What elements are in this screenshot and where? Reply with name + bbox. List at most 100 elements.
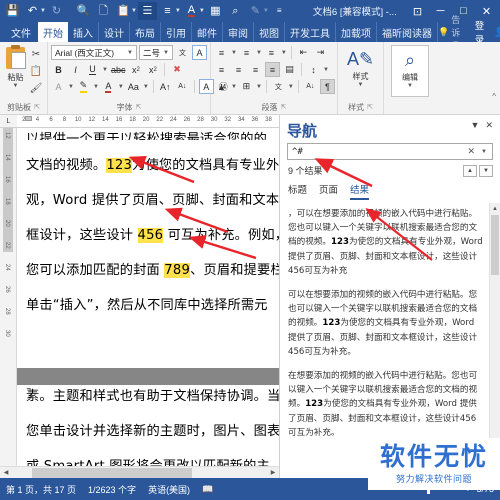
font-size-chevron-down-icon[interactable]: ▼ (161, 50, 171, 56)
tab-stop-selector-icon[interactable]: L (0, 115, 17, 127)
collapse-ribbon-icon[interactable]: ^ (492, 92, 496, 101)
ribbon-display-options-button[interactable]: ⊡ (407, 2, 428, 20)
shading-icon[interactable]: ▲ (214, 79, 229, 94)
align-right-icon[interactable]: ≡ (248, 62, 263, 77)
strikethrough-button[interactable]: abc (110, 62, 127, 77)
asian-layout-icon[interactable]: 文 (271, 79, 286, 94)
proofing-status-icon[interactable]: 📖 (202, 484, 213, 495)
page-info-label[interactable]: 第 1 页，共 17 页 (6, 483, 76, 496)
text-highlight-color-icon[interactable]: ✎ (76, 79, 91, 94)
bullets-icon[interactable]: ≡ (214, 45, 229, 60)
tab-pages[interactable]: 页面 (319, 182, 338, 200)
format-painter-icon[interactable]: 🖌 (28, 81, 44, 96)
styles-chevron-down-icon[interactable]: ▼ (358, 82, 364, 88)
font-color-chevron-down-icon[interactable]: ▼ (118, 84, 124, 90)
font-name-combo[interactable]: Arial (西文正文) ▼ (51, 45, 137, 60)
highlight-chevron-down-icon[interactable]: ▼ (93, 84, 99, 90)
editing-button[interactable]: ⌕ 编辑 ▼ (391, 45, 429, 97)
next-result-icon[interactable]: ▼ (479, 164, 493, 177)
align-left-icon[interactable]: ≡ (214, 62, 229, 77)
font-size-combo[interactable]: 二号 ▼ (139, 45, 173, 60)
tab-design[interactable]: 设计 (99, 22, 130, 42)
paste-button[interactable]: 粘贴 ▼ (3, 45, 28, 89)
borders-chevron-down-icon[interactable]: ▼ (256, 84, 262, 90)
tab-review[interactable]: 审阅 (223, 22, 254, 42)
list-item[interactable]: ，可以在想要添加的视频的嵌入代码中进行粘贴。您也可以键入一个关键字以联机搜索最适… (288, 207, 483, 288)
language-label[interactable]: 英语(美国) (148, 483, 190, 496)
font-dialog-launcher-icon[interactable]: ⇱ (136, 102, 142, 114)
tab-home[interactable]: 开始 (38, 22, 68, 42)
tab-developer[interactable]: 开发工具 (285, 22, 336, 42)
text-effects-chevron-down-icon[interactable]: ▼ (68, 84, 74, 90)
find-icon[interactable]: ⌕ (226, 2, 245, 20)
clipboard-dialog-launcher-icon[interactable]: ⇱ (34, 102, 40, 114)
decrease-indent-icon[interactable]: ⇤ (296, 45, 311, 60)
align-center-icon[interactable]: ≡ (231, 62, 246, 77)
scroll-left-icon[interactable]: ◀ (0, 467, 12, 479)
table-icon[interactable]: ▦ (206, 2, 225, 20)
nav-scroll-up-icon[interactable]: ▲ (490, 203, 500, 214)
font-color-dropdown-icon[interactable]: ▼ (199, 8, 205, 14)
styles-dialog-launcher-icon[interactable]: ⇱ (367, 102, 373, 114)
word-count-label[interactable]: 1/2623 个字 (88, 483, 136, 496)
tab-results[interactable]: 结果 (350, 182, 370, 200)
font-color-icon[interactable]: A (101, 79, 116, 94)
character-border-icon[interactable]: A (192, 45, 207, 60)
numbering-icon[interactable]: ≡ (239, 45, 254, 60)
bold-button[interactable]: B (51, 62, 66, 77)
phonetic-guide-icon[interactable]: 文 (175, 45, 190, 60)
italic-button[interactable]: I (68, 62, 83, 77)
text-effects-icon[interactable]: A (51, 79, 66, 94)
hscroll-track[interactable] (12, 467, 267, 479)
numbering-chevron-down-icon[interactable]: ▼ (256, 50, 262, 56)
shading-chevron-down-icon[interactable]: ▼ (231, 84, 237, 90)
multilevel-list-icon[interactable]: ≡ (264, 45, 279, 60)
undo-dropdown-icon[interactable]: ▼ (40, 8, 46, 14)
shrink-font-icon[interactable]: A↓ (175, 79, 190, 94)
multilevel-chevron-down-icon[interactable]: ▼ (281, 50, 287, 56)
paragraph-dialog-launcher-icon[interactable]: ⇱ (281, 102, 287, 114)
list-item[interactable]: 可以在想要添加的视频的嵌入代码中进行粘贴。您也可以键入一个关键字以联机搜索最适合… (288, 288, 483, 369)
paragraph-dropdown-icon[interactable]: ▼ (175, 8, 181, 14)
cut-icon[interactable]: ✂ (28, 47, 44, 62)
distribute-icon[interactable]: ▤ (282, 62, 297, 77)
change-case-button[interactable]: Aa (126, 79, 141, 94)
underline-chevron-down-icon[interactable]: ▼ (102, 67, 108, 73)
tab-insert[interactable]: 插入 (68, 22, 99, 42)
read-mode-icon[interactable]: ☰ (137, 2, 157, 20)
superscript-button[interactable]: x2 (145, 62, 160, 77)
tab-foxit-reader[interactable]: 福昕阅读器 (377, 22, 438, 42)
indent-marker-icon[interactable] (25, 115, 32, 121)
clear-search-icon[interactable]: ✕ (465, 146, 479, 157)
hscrollbar-thumb[interactable] (32, 467, 192, 478)
increase-indent-icon[interactable]: ⇥ (313, 45, 328, 60)
navigation-options-chevron-down-icon[interactable]: ▼ (468, 120, 483, 130)
save-icon[interactable]: 💾 (3, 2, 22, 20)
underline-button[interactable]: U (85, 62, 100, 77)
navigation-close-icon[interactable]: ✕ (482, 120, 496, 131)
tab-headings[interactable]: 标题 (288, 182, 307, 200)
editing-chevron-down-icon[interactable]: ▼ (407, 83, 413, 89)
subscript-button[interactable]: x2 (128, 62, 143, 77)
clear-formatting-icon[interactable]: ✖ (169, 62, 184, 77)
styles-button[interactable]: A✎ 样式 ▼ (342, 45, 380, 97)
customize-qat-icon[interactable]: ≡ (270, 2, 289, 20)
line-spacing-icon[interactable]: ↕ (306, 62, 321, 77)
tab-addins[interactable]: 加载项 (336, 22, 377, 42)
font-name-chevron-down-icon[interactable]: ▼ (125, 50, 135, 56)
paste-dropdown-icon[interactable]: ▼ (131, 8, 137, 14)
navigation-vertical-scrollbar[interactable]: ▲ ▼ (489, 203, 500, 478)
copy-icon[interactable]: 📋 (28, 64, 44, 79)
redo-icon[interactable]: ↻ (47, 2, 66, 20)
previous-result-icon[interactable]: ▲ (463, 164, 477, 177)
change-case-chevron-down-icon[interactable]: ▼ (143, 84, 149, 90)
new-document-icon[interactable]: 🗋 (94, 2, 113, 20)
paste-dropdown-arrow-icon[interactable]: ▼ (13, 83, 19, 89)
tab-view[interactable]: 视图 (254, 22, 285, 42)
grow-font-icon[interactable]: A↑ (158, 79, 173, 94)
sort-icon[interactable]: A↓ (303, 79, 318, 94)
show-formatting-marks-icon[interactable]: ¶ (319, 79, 335, 94)
edit-dropdown-icon[interactable]: ▼ (263, 8, 269, 14)
search-input[interactable]: ^# ✕ ▼ (287, 143, 493, 160)
tab-references[interactable]: 引用 (161, 22, 192, 42)
